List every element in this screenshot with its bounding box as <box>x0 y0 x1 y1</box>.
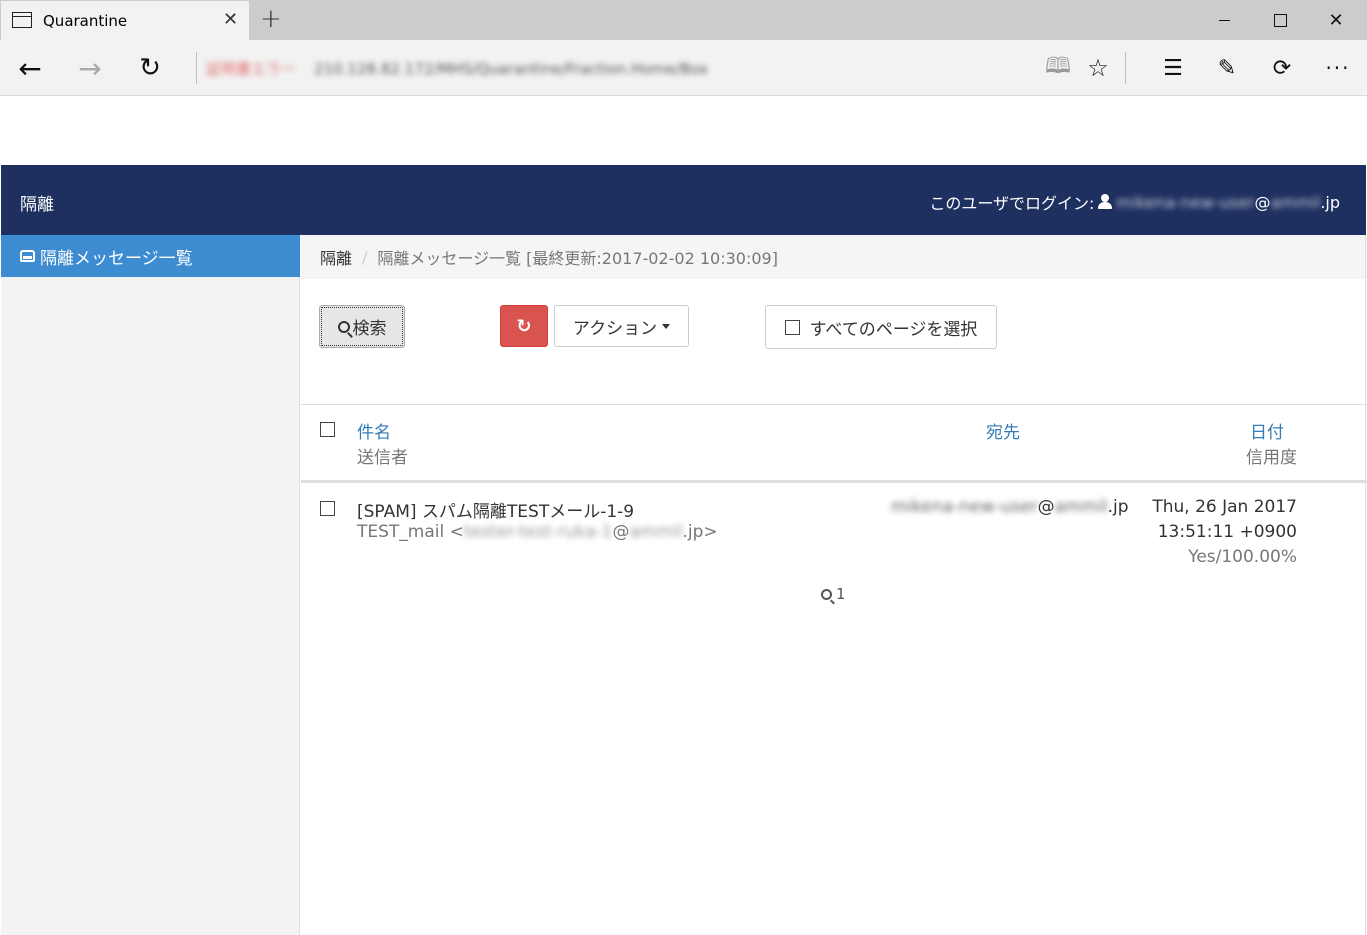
column-header-recipient[interactable]: 宛先 <box>986 418 1020 443</box>
close-tab-icon[interactable]: ✕ <box>223 10 238 30</box>
login-user-at: @ <box>1254 192 1271 212</box>
back-icon[interactable]: ← <box>10 50 50 86</box>
inbox-icon <box>20 250 35 262</box>
breadcrumb-current: 隔離メッセージ一覧 [最終更新:2017-02-02 10:30:09] <box>377 249 778 268</box>
sender-name: TEST_mail < <box>357 522 464 542</box>
maximize-button[interactable] <box>1252 0 1308 40</box>
action-button-label: アクション <box>572 318 658 339</box>
sender-local: tester-test-ruka-1 <box>463 522 613 542</box>
refresh-icon[interactable]: ↻ <box>130 50 170 86</box>
brand-title[interactable]: 隔離 <box>20 190 54 215</box>
select-all-pages-checkbox[interactable] <box>784 319 800 335</box>
recipient-at: @ <box>1037 497 1055 517</box>
web-page: 隔離 このユーザでログイン: mikena-new-user @ ammil .jp … <box>0 96 1367 935</box>
sidebar-item-quarantine-list[interactable]: 隔離メッセージ一覧 <box>1 235 300 277</box>
forward-icon[interactable]: → <box>70 50 110 86</box>
caret-down-icon <box>662 323 671 329</box>
browser-tab-bar: Quarantine ✕ + ✕ <box>0 0 1367 40</box>
toolbar-separator <box>1125 52 1126 84</box>
search-icon <box>821 588 832 600</box>
top-navbar: 隔離 このユーザでログイン: mikena-new-user @ ammil .jp <box>1 165 1366 235</box>
hub-icon[interactable]: ☰ <box>1155 52 1191 84</box>
close-window-button[interactable]: ✕ <box>1308 0 1364 40</box>
refresh-list-button[interactable]: ↻ <box>500 305 548 347</box>
table-top-border <box>301 404 1367 405</box>
certificate-error-label[interactable]: 証明書エラー <box>206 60 296 78</box>
main-content: 隔離 / 隔離メッセージ一覧 [最終更新:2017-02-02 10:30:09… <box>301 235 1367 935</box>
login-user-domain: ammil <box>1270 192 1321 212</box>
favorite-icon[interactable]: ☆ <box>1080 52 1116 84</box>
login-info: このユーザでログイン: mikena-new-user @ ammil .jp <box>929 190 1340 214</box>
web-note-icon[interactable]: ✎ <box>1209 52 1245 84</box>
browser-address-bar: ← → ↻ 証明書エラー 210.128.82.172/MHS/Quarantin… <box>0 40 1367 96</box>
action-dropdown-button[interactable]: アクション <box>554 305 689 347</box>
message-recipient: mikena-new-user@ammil.jp <box>891 497 1129 517</box>
message-sender: TEST_mail <tester-test-ruka-1@ammil.jp> <box>357 522 718 542</box>
message-time: 13:51:11 +0900 <box>1157 522 1297 542</box>
login-user-tld: .jp <box>1320 192 1340 212</box>
header-select-checkbox[interactable] <box>320 422 335 437</box>
new-tab-button[interactable]: + <box>260 5 282 33</box>
pager-page-number[interactable]: 1 <box>836 585 846 603</box>
message-date: Thu, 26 Jan 2017 <box>1152 497 1297 517</box>
breadcrumb-divider: / <box>362 247 368 267</box>
login-label: このユーザでログイン: <box>929 194 1095 213</box>
search-button-label: 検索 <box>352 319 387 339</box>
address-url: 210.128.82.172/MHS/Quarantine/Fraction.H… <box>314 60 709 78</box>
column-header-date[interactable]: 日付 <box>1250 418 1284 443</box>
share-icon[interactable]: ⟳ <box>1264 52 1300 84</box>
column-header-score: 信用度 <box>1246 448 1297 468</box>
address-separator <box>196 52 197 84</box>
recipient-tld: .jp <box>1107 497 1129 517</box>
table-header-border <box>301 480 1367 483</box>
window-icon <box>12 12 32 28</box>
sender-tld: .jp> <box>682 522 718 542</box>
refresh-list-icon: ↻ <box>516 315 532 337</box>
browser-tab[interactable]: Quarantine ✕ <box>1 1 249 40</box>
recipient-domain: ammil <box>1054 497 1108 517</box>
sidebar-item-label: 隔離メッセージ一覧 <box>40 248 193 269</box>
row-select-checkbox[interactable] <box>320 501 335 516</box>
recipient-local: mikena-new-user <box>891 497 1038 517</box>
minimize-button[interactable] <box>1196 0 1252 40</box>
search-button[interactable]: 検索 <box>319 305 405 348</box>
column-header-sender: 送信者 <box>357 448 408 468</box>
sidebar: 隔離メッセージ一覧 <box>1 235 300 935</box>
reading-view-icon[interactable]: 🕮 <box>1040 52 1076 84</box>
page-right-border <box>1365 235 1366 935</box>
login-user-local: mikena-new-user <box>1116 192 1255 212</box>
breadcrumb-root[interactable]: 隔離 <box>320 245 352 269</box>
select-all-pages-label: すべてのページを選択 <box>809 319 978 340</box>
message-subject[interactable]: [SPAM] スパム隔離TESTメール-1-9 <box>357 497 634 522</box>
column-header-subject[interactable]: 件名 <box>357 418 391 443</box>
search-icon <box>337 320 350 333</box>
more-icon[interactable]: ··· <box>1320 52 1356 84</box>
select-all-pages-button[interactable]: すべてのページを選択 <box>765 305 997 349</box>
tab-title: Quarantine <box>43 12 128 30</box>
user-icon <box>1098 194 1113 210</box>
sender-at: @ <box>612 522 630 542</box>
sender-domain: ammil <box>629 522 683 542</box>
pager[interactable]: 1 <box>821 585 846 603</box>
message-score: Yes/100.00% <box>1188 547 1297 567</box>
address-input[interactable]: 証明書エラー 210.128.82.172/MHS/Quarantine/Frac… <box>206 58 708 79</box>
breadcrumb: 隔離 / 隔離メッセージ一覧 [最終更新:2017-02-02 10:30:09… <box>301 235 1367 279</box>
